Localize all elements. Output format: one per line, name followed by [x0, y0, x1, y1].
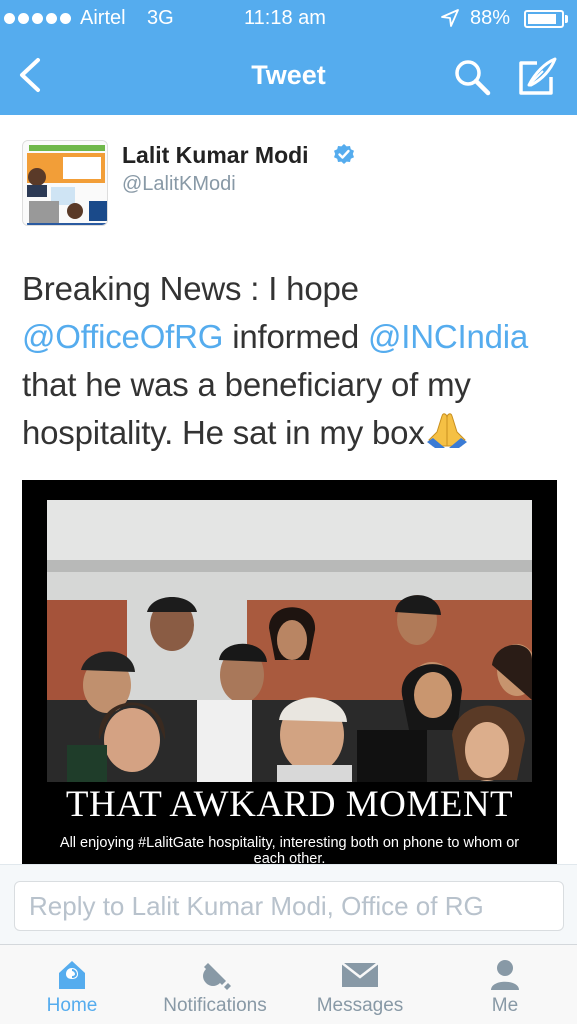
envelope-icon — [341, 962, 379, 987]
tab-label: Home — [46, 995, 98, 1016]
mention-link[interactable]: @OfficeOfRG — [22, 318, 223, 355]
tab-label: Notifications — [163, 995, 267, 1016]
tweet-text-part: that he was a beneficiary of my hospital… — [22, 366, 471, 451]
network-type: 3G — [147, 7, 174, 29]
folded-hands-icon — [426, 413, 467, 448]
carrier-name: Airtel — [80, 7, 126, 29]
compose-icon[interactable] — [515, 55, 559, 97]
person-icon — [491, 960, 519, 990]
author-handle[interactable]: @LalitKModi — [122, 173, 236, 196]
image-caption-title: THAT AWKARD MOMENT — [65, 784, 514, 825]
status-bar: Airtel 3G 11:18 am 88% — [0, 0, 577, 38]
home-icon — [59, 961, 85, 989]
battery-tip — [565, 15, 568, 23]
author-name[interactable]: Lalit Kumar Modi — [122, 142, 309, 169]
tab-messages[interactable]: Messages — [305, 945, 415, 1024]
location-arrow-icon — [441, 9, 459, 27]
status-time: 11:18 am — [244, 7, 326, 29]
top-bar: Airtel 3G 11:18 am 88% Tweet — [0, 0, 577, 115]
search-icon[interactable] — [452, 57, 492, 97]
tab-bar: Home Notifications Messages Me — [0, 944, 577, 1024]
tweet-text: Breaking News : I hope @OfficeOfRG infor… — [22, 265, 562, 457]
reply-input[interactable]: Reply to Lalit Kumar Modi, Office of RG — [14, 881, 564, 931]
avatar-image — [23, 141, 107, 225]
tab-label: Me — [491, 995, 519, 1016]
battery-percent: 88% — [470, 7, 511, 29]
tab-home[interactable]: Home — [22, 945, 122, 1024]
mention-link[interactable]: @INCIndia — [368, 318, 528, 355]
tweet-text-part: Breaking News : I hope — [22, 270, 359, 307]
signal-strength-icon — [4, 13, 71, 24]
crowd-photo-drawing — [47, 500, 532, 782]
tweet-text-part: informed — [223, 318, 368, 355]
crowd-photo — [47, 500, 532, 782]
tweet-media-image[interactable]: THAT AWKARD MOMENT All enjoying #LalitGa… — [22, 480, 557, 864]
battery-icon — [524, 10, 564, 28]
author-avatar[interactable] — [22, 140, 108, 226]
tab-notifications[interactable]: Notifications — [150, 945, 280, 1024]
tab-me[interactable]: Me — [455, 945, 555, 1024]
image-caption-subtitle: All enjoying #LalitGate hospitality, int… — [59, 835, 520, 864]
tab-label: Messages — [316, 995, 404, 1016]
verified-badge-icon — [334, 144, 354, 164]
bell-icon — [203, 963, 231, 990]
